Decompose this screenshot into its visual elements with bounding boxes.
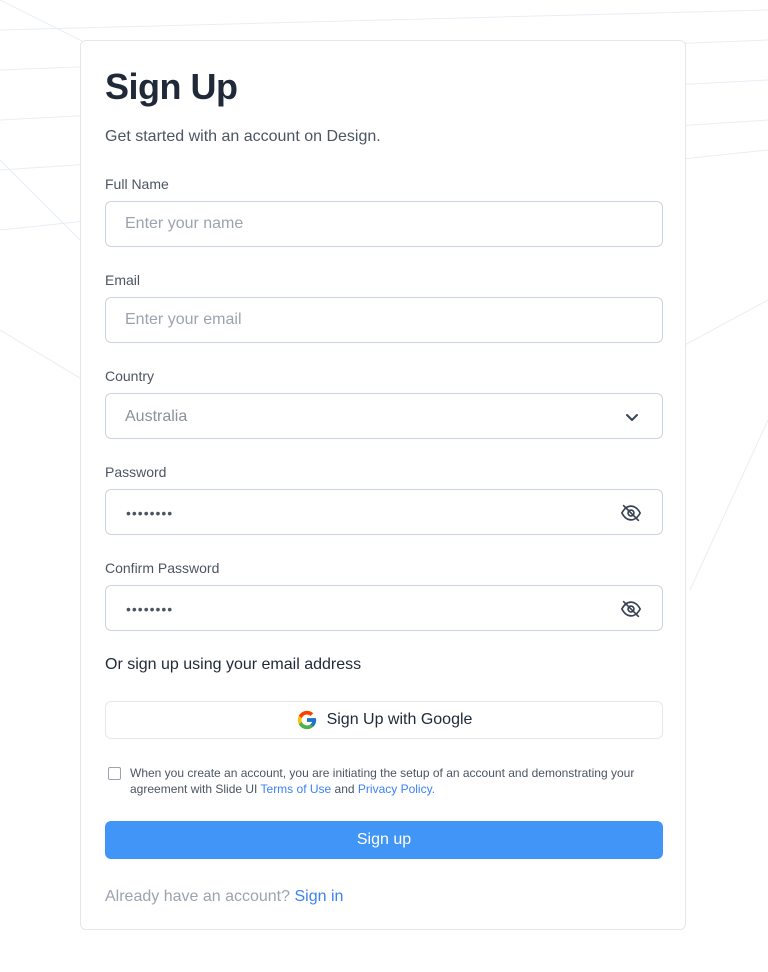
eye-off-icon[interactable] xyxy=(620,598,642,620)
email-field xyxy=(105,297,663,343)
privacy-policy-link[interactable]: Privacy Policy. xyxy=(358,782,435,796)
confirm-password-field[interactable]: •••••••• xyxy=(105,585,663,631)
alternative-signup-text: Or sign up using your email address xyxy=(105,656,362,673)
confirm-password-masked-value: •••••••• xyxy=(126,601,174,617)
email-label: Email xyxy=(105,272,141,288)
page-title: Sign Up xyxy=(105,66,238,107)
google-signup-label: Sign Up with Google xyxy=(326,711,473,728)
sign-in-link[interactable]: Sign in xyxy=(294,888,343,905)
signin-row: Already have an account? Sign in xyxy=(105,887,343,907)
chevron-down-icon xyxy=(626,414,638,421)
full-name-input[interactable] xyxy=(106,202,662,246)
page-subtitle: Get started with an account on Design. xyxy=(105,128,381,145)
signup-card: Sign Up Get started with an account on D… xyxy=(80,40,686,930)
password-label: Password xyxy=(105,464,167,480)
password-field[interactable]: •••••••• xyxy=(105,489,663,535)
terms-text: When you create an account, you are init… xyxy=(130,765,660,797)
country-select[interactable]: Australia xyxy=(105,393,663,439)
google-icon xyxy=(297,710,316,730)
signin-prompt: Already have an account? xyxy=(105,888,295,905)
google-signup-button[interactable]: Sign Up with Google xyxy=(105,701,663,739)
terms-and: and xyxy=(331,782,358,796)
eye-off-icon[interactable] xyxy=(620,502,642,524)
terms-checkbox[interactable] xyxy=(108,767,121,780)
country-label: Country xyxy=(105,368,155,384)
country-selected-value: Australia xyxy=(125,408,188,425)
confirm-password-label: Confirm Password xyxy=(105,560,220,576)
password-masked-value: •••••••• xyxy=(126,505,174,521)
full-name-field xyxy=(105,201,663,247)
email-input[interactable] xyxy=(106,298,662,342)
sign-up-button[interactable]: Sign up xyxy=(105,821,663,859)
full-name-label: Full Name xyxy=(105,176,169,192)
terms-of-use-link[interactable]: Terms of Use xyxy=(261,782,332,796)
